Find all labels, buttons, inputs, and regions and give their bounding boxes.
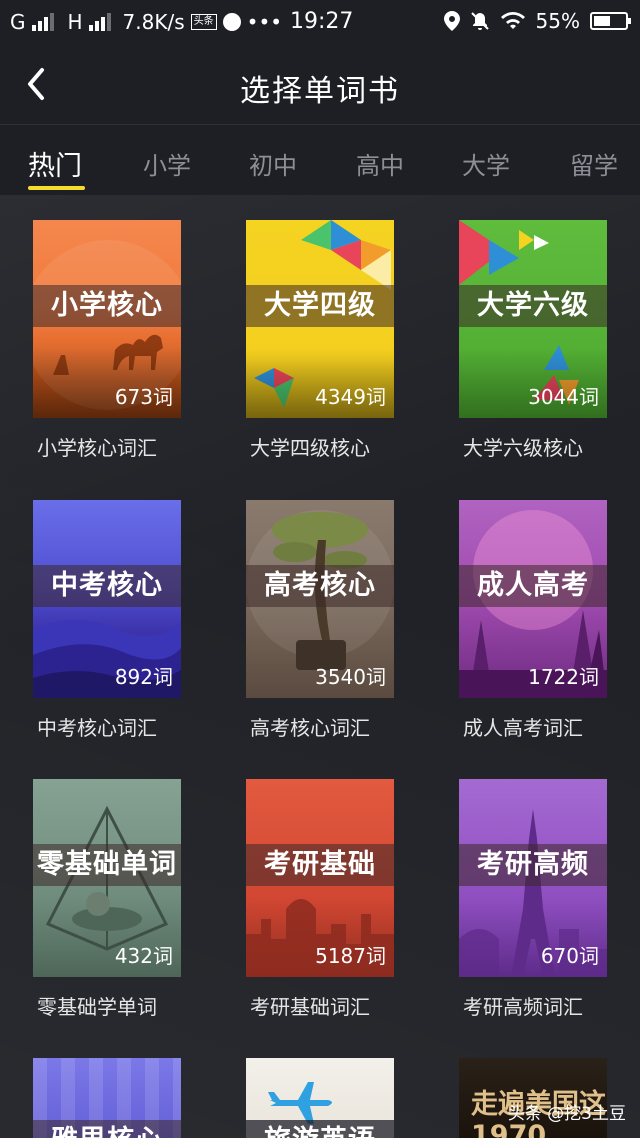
cover-title: 零基础单词 (33, 844, 181, 886)
book-cover[interactable]: 雅思核心 (33, 1058, 181, 1138)
book-name[interactable]: 成人高考词汇 (463, 712, 640, 741)
category-tabs: 热门 小学 初中 高中 大学 留学 (0, 124, 640, 196)
source-watermark: 头条 @挖3土豆 (507, 1104, 626, 1124)
signal-icon (31, 13, 54, 31)
more-dots: ••• (246, 10, 283, 34)
tab-primary[interactable]: 小学 (143, 146, 191, 181)
clock: 19:27 (290, 9, 354, 34)
word-count: 4349词 (315, 385, 386, 409)
cover-title: 大学四级 (246, 285, 394, 327)
book-cover[interactable]: 中考核心 892词 (33, 500, 181, 698)
book-cover[interactable]: 考研基础 5187词 (246, 779, 394, 977)
book-name[interactable]: 中考核心词汇 (37, 712, 227, 741)
book-cover[interactable]: 小学核心 673词 (33, 220, 181, 418)
book-name[interactable]: 大学四级核心 (250, 432, 440, 461)
word-count: 1722词 (528, 665, 599, 689)
word-count: 432词 (114, 944, 173, 968)
book-name[interactable]: 零基础学单词 (37, 991, 227, 1020)
tab-active-indicator (28, 186, 85, 190)
cover-title: 成人高考 (459, 565, 607, 607)
wifi-icon (500, 12, 525, 29)
play-triangles-icon (459, 220, 549, 285)
cover-title: 大学六级 (459, 285, 607, 327)
tab-junior-high[interactable]: 初中 (249, 146, 297, 181)
book-cover[interactable]: 大学四级 4349词 (246, 220, 394, 418)
book-cover[interactable]: 走遍美国这 1970 (459, 1058, 607, 1138)
word-count: 673词 (114, 385, 173, 409)
book-cover[interactable]: 考研高频 670词 (459, 779, 607, 977)
book-name[interactable]: 小学核心词汇 (37, 432, 227, 461)
tab-senior-high[interactable]: 高中 (356, 146, 404, 181)
tab-university[interactable]: 大学 (462, 146, 510, 181)
book-name[interactable]: 高考核心词汇 (250, 712, 440, 741)
book-cover[interactable]: 高考核心 3540词 (246, 500, 394, 698)
word-count: 3540词 (315, 665, 386, 689)
network-speed: 7.8K/s (122, 10, 185, 34)
word-count: 3044词 (528, 385, 599, 409)
word-count: 892词 (114, 665, 173, 689)
battery-percent: 55% (535, 9, 580, 33)
tab-study-abroad[interactable]: 留学 (570, 146, 618, 181)
tab-hot[interactable]: 热门 (28, 144, 82, 183)
cover-title: 考研高频 (459, 844, 607, 886)
page-title: 选择单词书 (240, 74, 400, 109)
mute-bell-icon (470, 12, 489, 30)
word-count: 670词 (540, 944, 599, 968)
location-icon (443, 11, 460, 31)
battery-icon (590, 12, 631, 30)
book-cover[interactable]: 旅游英语 (246, 1058, 394, 1138)
signal-icon-2 (88, 13, 111, 31)
word-count: 5187词 (315, 944, 386, 968)
book-name[interactable]: 考研高频词汇 (463, 991, 640, 1020)
cover-title: 旅游英语 (246, 1120, 394, 1138)
book-name[interactable]: 考研基础词汇 (250, 991, 440, 1020)
cover-title: 小学核心 (33, 285, 181, 327)
book-cover[interactable]: 成人高考 1722词 (459, 500, 607, 698)
status-bar: G H 7.8K/s 头条 ••• 19:27 55% (0, 0, 640, 44)
carrier-label: G (10, 10, 26, 34)
browser-icon (222, 13, 241, 31)
book-cover[interactable]: 大学六级 3044词 (459, 220, 607, 418)
cover-title: 雅思核心 (33, 1120, 181, 1138)
carrier-label-2: H (67, 10, 83, 34)
cover-title: 考研基础 (246, 844, 394, 886)
tangram-icon (301, 220, 391, 290)
cover-title: 高考核心 (246, 565, 394, 607)
cover-title: 中考核心 (33, 565, 181, 607)
book-name[interactable]: 大学六级核心 (463, 432, 640, 461)
app-badge: 头条 (190, 14, 217, 30)
nav-bar: 选择单词书 (0, 44, 640, 125)
book-cover[interactable]: 零基础单词 432词 (33, 779, 181, 977)
